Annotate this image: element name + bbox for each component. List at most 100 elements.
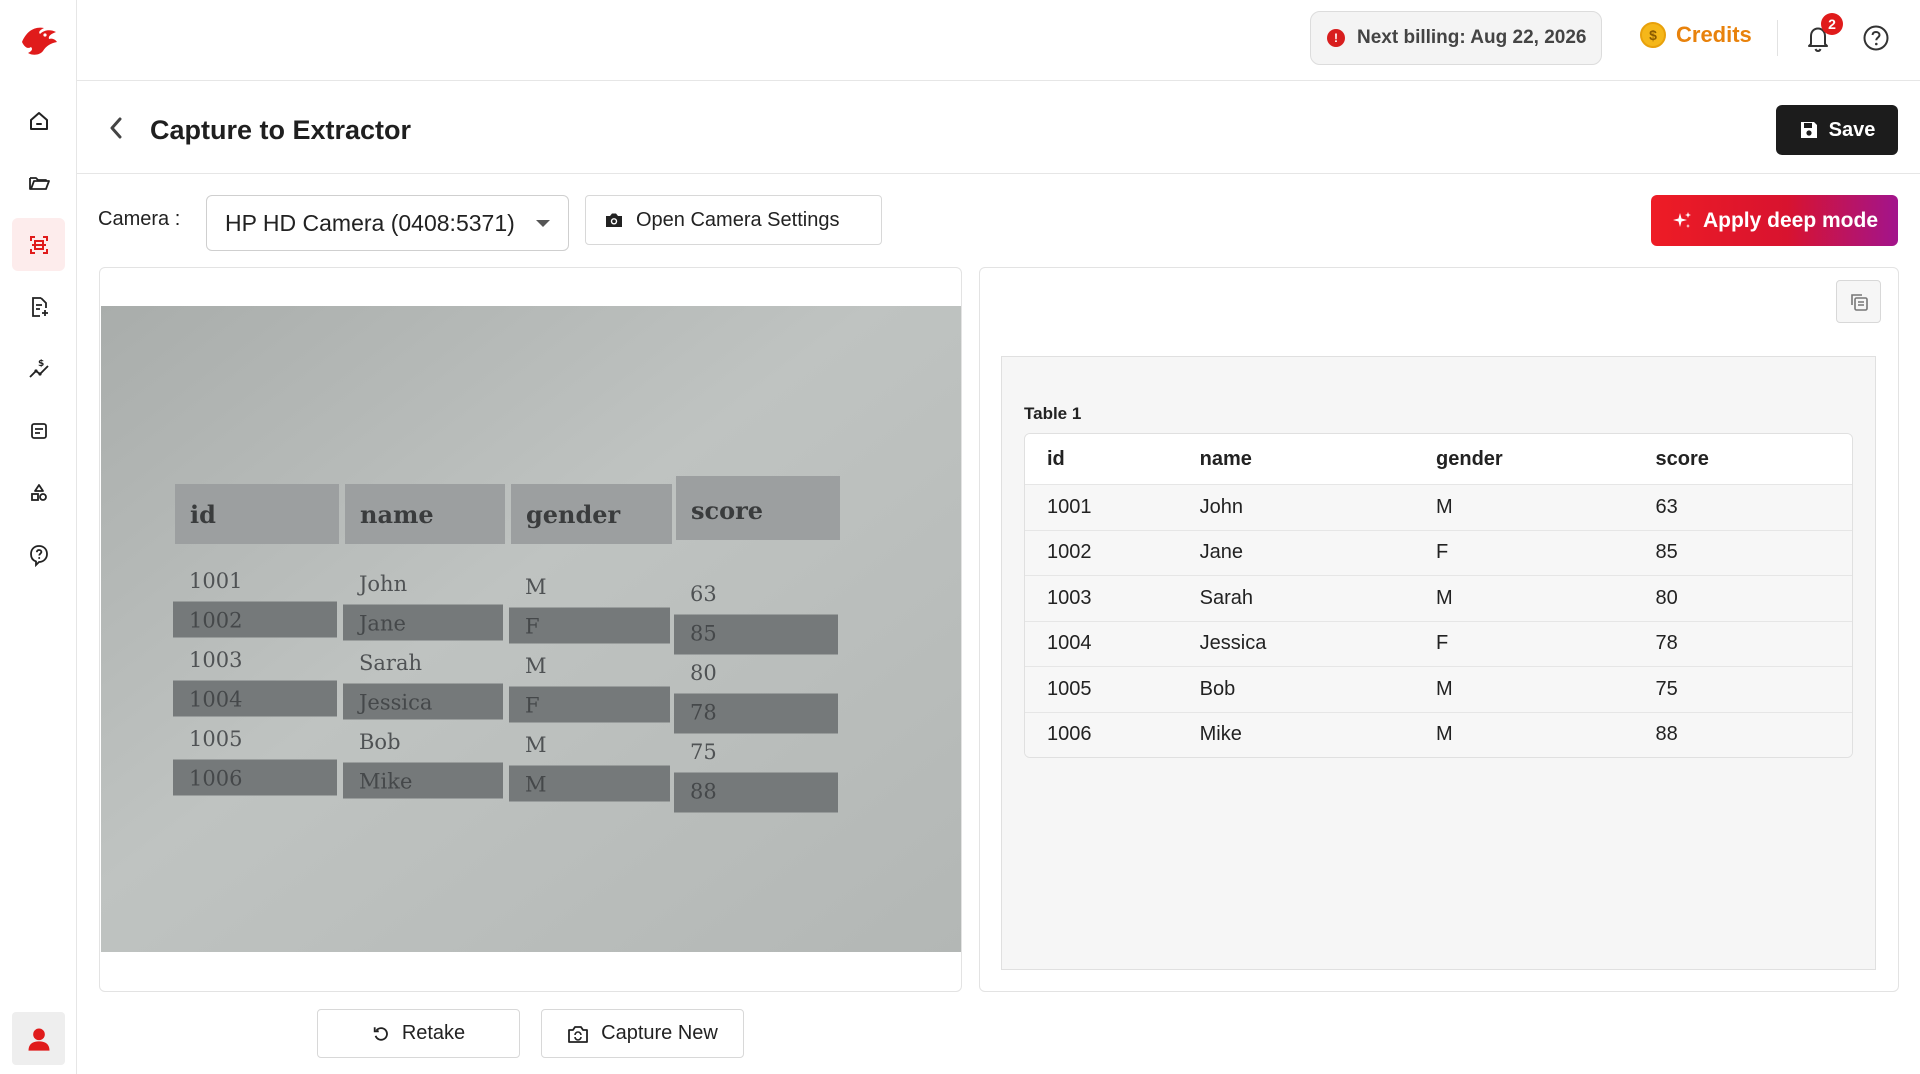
photo-cell-text: 1006: [189, 767, 242, 791]
sidebar-item-help[interactable]: [12, 528, 65, 581]
table-header-row: id name gender score: [1025, 434, 1852, 484]
table-cell: Bob: [1199, 677, 1236, 700]
rotate-ccw-icon: [373, 1026, 388, 1041]
photo-cell-text: 1002: [189, 609, 242, 633]
photo-cell-text: M: [525, 733, 547, 757]
sidebar: $: [0, 0, 77, 1074]
photo-cell-text: M: [525, 654, 547, 678]
table-cell: F: [1436, 541, 1449, 564]
folder-icon: [28, 176, 50, 190]
photo-cell-text: John: [357, 572, 407, 596]
next-billing-badge[interactable]: ! Next billing: Aug 22, 2026: [1310, 11, 1602, 65]
photo-cell-text: 1001: [189, 569, 242, 593]
profile-button[interactable]: [12, 1012, 65, 1065]
sidebar-item-home[interactable]: [12, 94, 65, 147]
capture-new-button[interactable]: Capture New: [541, 1009, 744, 1058]
table-cell: 1003: [1047, 586, 1092, 609]
photo-header-text: gender: [526, 500, 621, 529]
apply-deep-mode-button[interactable]: Apply deep mode: [1651, 195, 1898, 246]
photo-header-text: name: [360, 500, 434, 529]
table-cell: 63: [1655, 495, 1678, 518]
photo-cell-text: 1005: [189, 727, 242, 751]
table-cell: 88: [1655, 723, 1678, 746]
photo-cell-text: Jane: [357, 612, 406, 636]
sidebar-item-capture[interactable]: [12, 218, 65, 271]
camera-select[interactable]: HP HD Camera (0408:5371): [206, 195, 569, 251]
photo-cell-text: Jessica: [357, 691, 432, 715]
page-header: Capture to Extractor Save: [77, 81, 1920, 174]
photo-cell-text: F: [525, 615, 540, 639]
camera-selected-value: HP HD Camera (0408:5371): [225, 209, 515, 236]
help-circle-icon[interactable]: [1862, 24, 1890, 52]
table-cell: M: [1436, 723, 1453, 746]
shapes-icon: [30, 483, 47, 501]
table-cell: John: [1199, 495, 1243, 518]
table-cell: Mike: [1199, 723, 1242, 746]
open-camera-settings-button[interactable]: Open Camera Settings: [585, 195, 882, 245]
table-cell: 75: [1655, 677, 1678, 700]
back-chevron-icon[interactable]: [105, 114, 127, 142]
save-label: Save: [1828, 118, 1876, 141]
table-cell: F: [1436, 632, 1449, 655]
photo-cell-text: 1003: [189, 648, 242, 672]
photo-cell-text: 75: [690, 740, 717, 764]
copy-button[interactable]: [1836, 280, 1881, 323]
table-row: 1006 Mike M 88: [1025, 711, 1852, 757]
photo-cell-text: 80: [690, 661, 717, 685]
photo-cell-text: Sarah: [359, 651, 422, 675]
column-header: id: [1047, 447, 1065, 470]
retake-button[interactable]: Retake: [317, 1009, 520, 1058]
form-icon: [30, 422, 47, 439]
table-cell: 78: [1655, 632, 1678, 655]
table-cell: M: [1436, 586, 1453, 609]
sidebar-item-forms[interactable]: [12, 404, 65, 457]
table-cell: 1001: [1047, 495, 1092, 518]
photo-cell-text: M: [525, 575, 547, 599]
table-row: 1003 Sarah M 80: [1025, 575, 1852, 621]
sidebar-item-billing-chart[interactable]: $: [12, 342, 65, 395]
dollar-chart-icon: $: [28, 359, 49, 378]
svg-text:$: $: [38, 359, 44, 369]
table-cell: 80: [1655, 586, 1678, 609]
table-cell: Jane: [1199, 541, 1243, 564]
brand-logo-icon[interactable]: [18, 20, 60, 60]
chevron-down-icon: [536, 220, 550, 227]
home-icon: [29, 111, 48, 130]
capture-new-label: Capture New: [601, 1022, 718, 1044]
info-icon: !: [1327, 29, 1345, 47]
table-row: 1001 John M 63: [1025, 484, 1852, 530]
table-cell: Jessica: [1199, 632, 1267, 655]
photo-cell-text: M: [525, 773, 547, 797]
table-cell: 1005: [1047, 677, 1092, 700]
extracted-table: id name gender score 1001 John M 63 1002…: [1024, 433, 1853, 758]
photo-header-text: score: [691, 496, 763, 525]
table-row: 1002 Jane F 85: [1025, 529, 1852, 575]
table-cell: 1004: [1047, 632, 1092, 655]
camera-rotate-icon: [568, 1025, 589, 1043]
table-cell: 1006: [1047, 723, 1092, 746]
photo-cell-text: 63: [690, 582, 717, 606]
copy-icon: [1850, 293, 1868, 311]
page-title: Capture to Extractor: [150, 115, 412, 145]
photo-cell-text: 1004: [189, 688, 242, 712]
table-caption: Table 1: [1024, 404, 1082, 423]
credits-label: Credits: [1676, 22, 1752, 47]
sidebar-item-folder[interactable]: [12, 156, 65, 209]
open-camera-settings-label: Open Camera Settings: [636, 208, 840, 231]
save-button[interactable]: Save: [1776, 105, 1898, 155]
photo-cell-text: 85: [690, 622, 717, 646]
sidebar-item-shapes[interactable]: [12, 466, 65, 519]
column-header: gender: [1436, 447, 1503, 470]
camera-label: Camera :: [98, 208, 181, 230]
sidebar-item-document-add[interactable]: [12, 280, 65, 333]
captured-photo: id name gender score 1001 John M 63 1002 Jane F 85 1…: [101, 306, 961, 952]
table-row: 1005 Bob M 75: [1025, 666, 1852, 712]
top-header: ! Next billing: Aug 22, 2026 $ Credits 2: [77, 0, 1920, 81]
table-row: 1004 Jessica F 78: [1025, 620, 1852, 666]
credits-button[interactable]: $ Credits: [1640, 22, 1752, 48]
photo-header-text: id: [190, 500, 216, 529]
table-cell: 85: [1655, 541, 1678, 564]
photo-cell-text: F: [525, 694, 540, 718]
sparkles-icon: [1672, 211, 1691, 228]
photo-cell-text: Bob: [359, 730, 401, 754]
